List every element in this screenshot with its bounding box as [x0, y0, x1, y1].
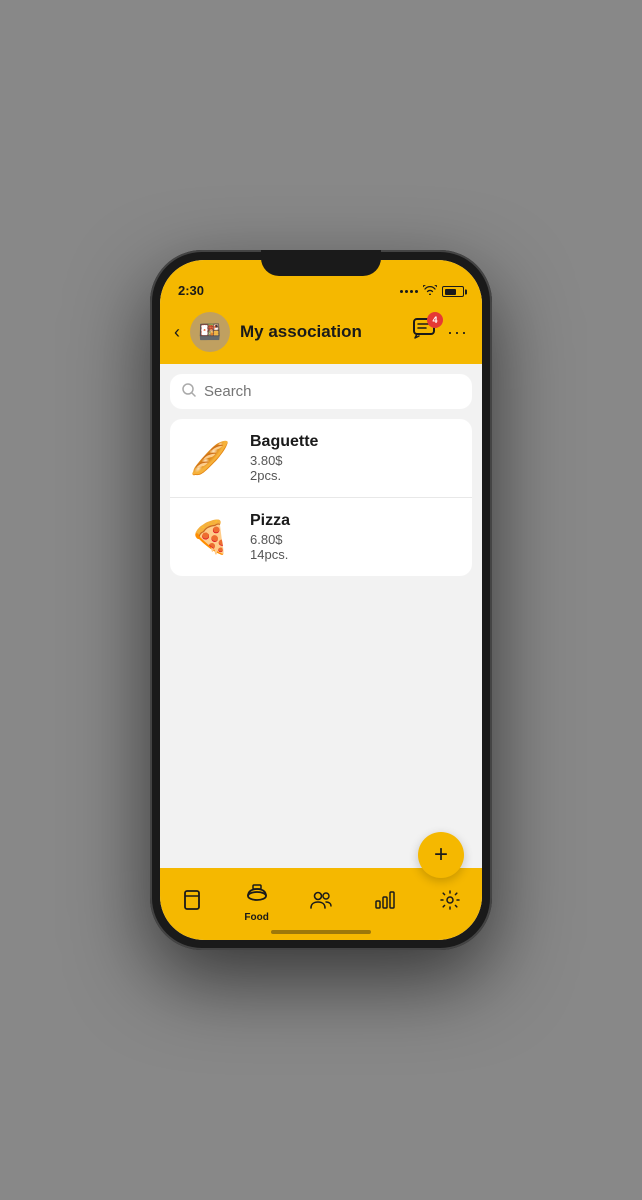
pizza-image: 🍕 [184, 517, 236, 557]
status-icons [400, 285, 464, 298]
nav-food-label: Food [244, 912, 268, 923]
chat-button[interactable]: 4 [413, 318, 437, 346]
baguette-image: 🥖 [184, 438, 236, 478]
notch [261, 250, 381, 276]
search-icon [182, 383, 196, 400]
search-input[interactable] [204, 383, 460, 400]
pizza-name: Pizza [250, 512, 458, 530]
phone-frame: 2:30 ‹ � [150, 250, 492, 950]
nav-food[interactable]: Food [224, 876, 288, 923]
app-header: ‹ 🍱 My association 4 ··· [160, 304, 482, 364]
baguette-quantity: 2pcs. [250, 468, 458, 483]
list-item[interactable]: 🥖 Baguette 3.80$ 2pcs. [170, 419, 472, 498]
pizza-info: Pizza 6.80$ 14pcs. [250, 512, 458, 562]
nav-drinks[interactable] [160, 881, 224, 917]
nav-stats[interactable] [353, 883, 417, 915]
pizza-quantity: 14pcs. [250, 547, 458, 562]
more-button[interactable]: ··· [447, 322, 468, 343]
phone-screen: 2:30 ‹ � [160, 260, 482, 940]
avatar: 🍱 [190, 312, 230, 352]
people-icon [310, 891, 332, 915]
back-button[interactable]: ‹ [174, 322, 180, 343]
baguette-name: Baguette [250, 433, 458, 451]
battery-icon [442, 286, 464, 297]
drinks-icon [182, 889, 202, 917]
nav-people[interactable] [289, 883, 353, 915]
page-title: My association [240, 322, 403, 342]
food-list: 🥖 Baguette 3.80$ 2pcs. 🍕 Pizza 6.80$ 14p… [170, 419, 472, 576]
home-indicator [271, 930, 371, 934]
food-icon [246, 884, 268, 910]
signal-dots [400, 290, 418, 293]
main-content: 🥖 Baguette 3.80$ 2pcs. 🍕 Pizza 6.80$ 14p… [160, 364, 482, 868]
stats-icon [375, 891, 395, 915]
nav-settings[interactable] [418, 882, 482, 916]
header-actions: 4 ··· [413, 318, 468, 346]
wifi-icon [423, 285, 437, 298]
add-button[interactable]: + [418, 832, 464, 878]
notification-badge: 4 [427, 312, 443, 328]
pizza-price: 6.80$ [250, 532, 458, 547]
search-bar[interactable] [170, 374, 472, 409]
baguette-price: 3.80$ [250, 453, 458, 468]
settings-icon [440, 890, 460, 916]
list-item[interactable]: 🍕 Pizza 6.80$ 14pcs. [170, 498, 472, 576]
baguette-info: Baguette 3.80$ 2pcs. [250, 433, 458, 483]
status-time: 2:30 [178, 283, 204, 298]
